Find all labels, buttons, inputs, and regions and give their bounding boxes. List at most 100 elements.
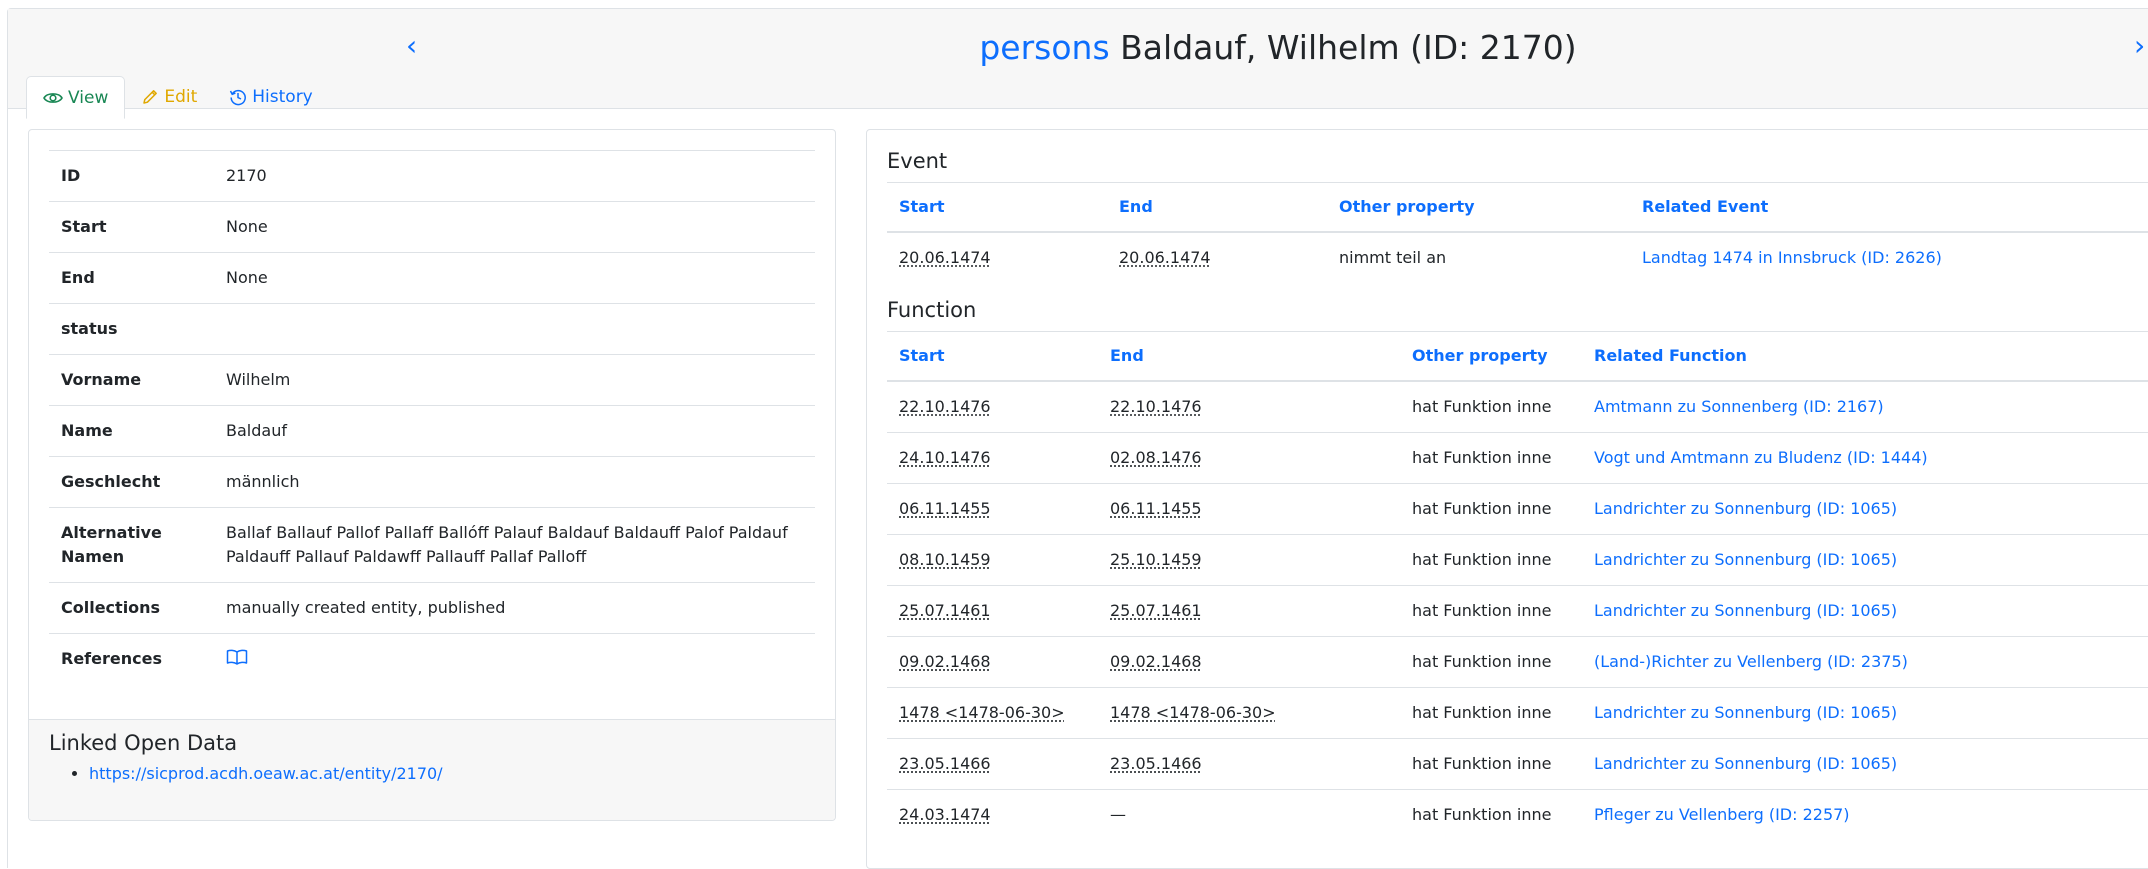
tab-bar: View Edit History xyxy=(26,76,329,119)
function-end-date[interactable]: 23.05.1466 xyxy=(1110,754,1202,773)
function-col-start[interactable]: Start xyxy=(887,331,1098,382)
entity-type-link[interactable]: persons xyxy=(979,28,1109,67)
next-entity-button[interactable]: › xyxy=(2134,31,2145,61)
event-start-date[interactable]: 20.06.1474 xyxy=(899,248,991,267)
function-col-property[interactable]: Other property xyxy=(1400,331,1582,382)
event-col-property[interactable]: Other property xyxy=(1327,182,1630,233)
tab-view[interactable]: View xyxy=(26,76,126,119)
event-table: Start End Other property Related Event 2… xyxy=(887,182,2148,283)
linked-open-data-section: Linked Open Data https://sicprod.acdh.oe… xyxy=(29,719,835,820)
function-table-header: Start End Other property Related Functio… xyxy=(887,331,2148,382)
function-end-date: — xyxy=(1110,805,1126,824)
function-related-link[interactable]: Landrichter zu Sonnenburg (ID: 1065) xyxy=(1594,550,1897,569)
function-cell: Landrichter zu Sonnenburg (ID: 1065) xyxy=(1582,483,2148,535)
function-row: 1478 <1478-06-30> 1478 <1478-06-30> hat Fu… xyxy=(887,687,2148,739)
tab-view-label: View xyxy=(68,87,109,108)
function-end-date[interactable]: 25.07.1461 xyxy=(1110,601,1202,620)
function-start-date[interactable]: 22.10.1476 xyxy=(899,397,991,416)
attribute-value: manually created entity, published xyxy=(214,582,815,634)
function-end-date[interactable]: 06.11.1455 xyxy=(1110,499,1202,518)
function-related-link[interactable]: Landrichter zu Sonnenburg (ID: 1065) xyxy=(1594,601,1897,620)
lod-link[interactable]: https://sicprod.acdh.oeaw.ac.at/entity/2… xyxy=(89,764,443,783)
function-col-related[interactable]: Related Function xyxy=(1582,331,2148,382)
lod-list: https://sicprod.acdh.oeaw.ac.at/entity/2… xyxy=(49,760,443,788)
function-end-date[interactable]: 09.02.1468 xyxy=(1110,652,1202,671)
function-related-link[interactable]: Landrichter zu Sonnenburg (ID: 1065) xyxy=(1594,754,1897,773)
function-end-date[interactable]: 1478 <1478-06-30> xyxy=(1110,703,1276,722)
function-cell: hat Funktion inne xyxy=(1400,534,1582,586)
attribute-key: Name xyxy=(49,405,214,457)
attribute-key: Collections xyxy=(49,582,214,634)
event-cell: 20.06.1474 xyxy=(1107,231,1327,283)
function-end-date[interactable]: 02.08.1476 xyxy=(1110,448,1202,467)
lod-title: Linked Open Data xyxy=(49,731,238,755)
event-cell: Landtag 1474 in Innsbruck (ID: 2626) xyxy=(1630,231,2148,283)
function-start-date[interactable]: 25.07.1461 xyxy=(899,601,991,620)
function-cell: 09.02.1468 xyxy=(1098,636,1400,688)
function-cell: Landrichter zu Sonnenburg (ID: 1065) xyxy=(1582,534,2148,586)
function-related-link[interactable]: (Land-)Richter zu Vellenberg (ID: 2375) xyxy=(1594,652,1908,671)
attribute-row: Name Baldauf xyxy=(49,405,815,457)
event-col-end[interactable]: End xyxy=(1107,182,1327,233)
function-end-date[interactable]: 22.10.1476 xyxy=(1110,397,1202,416)
event-row: 20.06.1474 20.06.1474 nimmt teil an Landtag… xyxy=(887,231,2148,283)
attributes-card: ID 2170 Start None End None status Vorname Wilhe… xyxy=(28,129,836,821)
function-related-link[interactable]: Amtmann zu Sonnenberg (ID: 2167) xyxy=(1594,397,1884,416)
function-cell: 24.03.1474 xyxy=(887,789,1098,840)
function-cell: 25.07.1461 xyxy=(1098,585,1400,637)
function-start-date[interactable]: 06.11.1455 xyxy=(899,499,991,518)
function-property: hat Funktion inne xyxy=(1412,448,1552,467)
function-related-link[interactable]: Vogt und Amtmann zu Bludenz (ID: 1444) xyxy=(1594,448,1928,467)
function-related-link[interactable]: Pfleger zu Vellenberg (ID: 2257) xyxy=(1594,805,1850,824)
function-start-date[interactable]: 09.02.1468 xyxy=(899,652,991,671)
tab-edit-label: Edit xyxy=(164,87,198,107)
attribute-row: Geschlecht männlich xyxy=(49,456,815,508)
page-title: persons Baldauf, Wilhelm (ID: 2170) xyxy=(8,27,2148,69)
function-start-date[interactable]: 24.03.1474 xyxy=(899,805,991,824)
attribute-key: Vorname xyxy=(49,354,214,406)
function-property: hat Funktion inne xyxy=(1412,754,1552,773)
attribute-key: Alternative Namen xyxy=(49,507,214,583)
function-cell: hat Funktion inne xyxy=(1400,380,1582,433)
tab-edit[interactable]: Edit xyxy=(125,76,213,118)
function-property: hat Funktion inne xyxy=(1412,601,1552,620)
function-end-date[interactable]: 25.10.1459 xyxy=(1110,550,1202,569)
function-cell: Amtmann zu Sonnenberg (ID: 2167) xyxy=(1582,380,2148,433)
attribute-row: End None xyxy=(49,252,815,304)
tab-history[interactable]: History xyxy=(213,76,328,118)
attribute-key: Start xyxy=(49,201,214,253)
attribute-row: Vorname Wilhelm xyxy=(49,354,815,406)
function-cell: hat Funktion inne xyxy=(1400,687,1582,739)
function-table: Start End Other property Related Functio… xyxy=(887,331,2148,840)
event-section-title: Event xyxy=(887,149,948,173)
page-header: ‹ persons Baldauf, Wilhelm (ID: 2170) › … xyxy=(8,9,2148,119)
event-col-related[interactable]: Related Event xyxy=(1630,182,2148,233)
book-icon[interactable] xyxy=(226,648,248,672)
function-cell: hat Funktion inne xyxy=(1400,789,1582,840)
function-start-date[interactable]: 23.05.1466 xyxy=(899,754,991,773)
function-row: 24.03.1474 — hat Funktion inne Pfleger zu V… xyxy=(887,789,2148,840)
function-property: hat Funktion inne xyxy=(1412,703,1552,722)
function-start-date[interactable]: 1478 <1478-06-30> xyxy=(899,703,1065,722)
function-property: hat Funktion inne xyxy=(1412,805,1552,824)
function-start-date[interactable]: 08.10.1459 xyxy=(899,550,991,569)
function-cell: hat Funktion inne xyxy=(1400,585,1582,637)
lod-list-item: https://sicprod.acdh.oeaw.ac.at/entity/2… xyxy=(89,760,443,788)
function-cell: 02.08.1476 xyxy=(1098,432,1400,484)
function-cell: 1478 <1478-06-30> xyxy=(887,687,1098,739)
function-cell: 06.11.1455 xyxy=(1098,483,1400,535)
function-start-date[interactable]: 24.10.1476 xyxy=(899,448,991,467)
attribute-row: ID 2170 xyxy=(49,150,815,202)
event-end-date[interactable]: 20.06.1474 xyxy=(1119,248,1211,267)
event-related-link[interactable]: Landtag 1474 in Innsbruck (ID: 2626) xyxy=(1642,248,1942,267)
function-related-link[interactable]: Landrichter zu Sonnenburg (ID: 1065) xyxy=(1594,499,1897,518)
attribute-row: References xyxy=(49,633,815,685)
tab-history-label: History xyxy=(252,87,313,107)
function-cell: 09.02.1468 xyxy=(887,636,1098,688)
function-row: 23.05.1466 23.05.1466 hat Funktion inne Lan… xyxy=(887,738,2148,790)
function-col-end[interactable]: End xyxy=(1098,331,1400,382)
attribute-row: Alternative Namen Ballaf Ballauf Pallof P… xyxy=(49,507,815,583)
function-related-link[interactable]: Landrichter zu Sonnenburg (ID: 1065) xyxy=(1594,703,1897,722)
event-col-start[interactable]: Start xyxy=(887,182,1107,233)
function-property: hat Funktion inne xyxy=(1412,499,1552,518)
